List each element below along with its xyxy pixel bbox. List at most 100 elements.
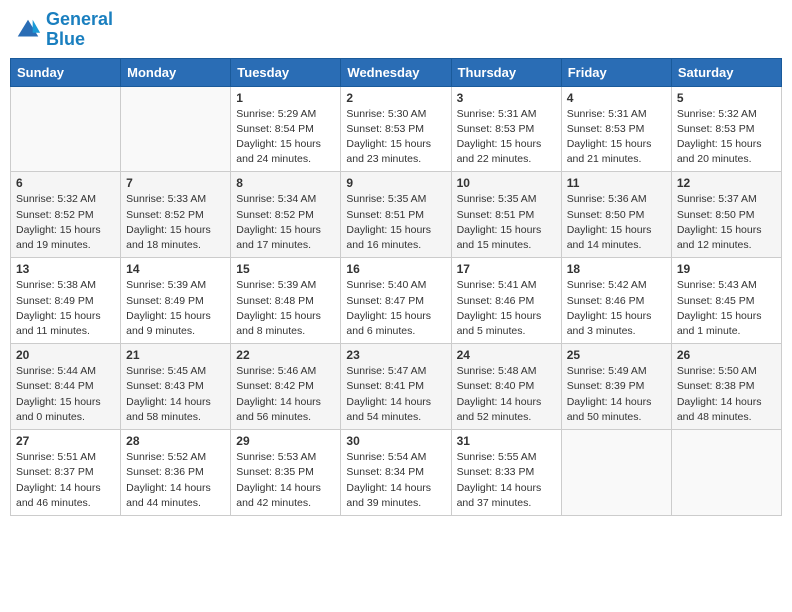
calendar-cell: 30Sunrise: 5:54 AM Sunset: 8:34 PM Dayli… [341, 430, 451, 516]
day-info: Sunrise: 5:38 AM Sunset: 8:49 PM Dayligh… [16, 278, 115, 339]
calendar-cell: 19Sunrise: 5:43 AM Sunset: 8:45 PM Dayli… [671, 258, 781, 344]
day-number: 22 [236, 348, 335, 362]
day-info: Sunrise: 5:35 AM Sunset: 8:51 PM Dayligh… [457, 192, 556, 253]
day-header-thursday: Thursday [451, 58, 561, 86]
calendar-cell: 11 Sunrise: 5:36 AM Sunset: 8:50 PM Dayli… [561, 172, 671, 258]
calendar-cell: 13 Sunrise: 5:38 AM Sunset: 8:49 PM Dayli… [11, 258, 121, 344]
day-number: 9 [346, 176, 445, 190]
day-number: 2 [346, 91, 445, 105]
day-number: 20 [16, 348, 115, 362]
day-number: 14 [126, 262, 225, 276]
day-info: Sunrise: 5:44 AM Sunset: 8:44 PM Dayligh… [16, 364, 115, 425]
day-number: 25 [567, 348, 666, 362]
calendar-cell [671, 430, 781, 516]
calendar-cell: 6 Sunrise: 5:32 AM Sunset: 8:52 PM Daylig… [11, 172, 121, 258]
day-number: 27 [16, 434, 115, 448]
calendar-cell: 4 Sunrise: 5:31 AM Sunset: 8:53 PM Daylig… [561, 86, 671, 172]
day-number: 18 [567, 262, 666, 276]
calendar-cell: 17 Sunrise: 5:41 AM Sunset: 8:46 PM Dayli… [451, 258, 561, 344]
day-number: 29 [236, 434, 335, 448]
day-info: Sunrise: 5:46 AM Sunset: 8:42 PM Dayligh… [236, 364, 335, 425]
day-info: Sunrise: 5:36 AM Sunset: 8:50 PM Dayligh… [567, 192, 666, 253]
calendar-cell [121, 86, 231, 172]
day-header-tuesday: Tuesday [231, 58, 341, 86]
day-number: 13 [16, 262, 115, 276]
day-info: Sunrise: 5:47 AM Sunset: 8:41 PM Dayligh… [346, 364, 445, 425]
day-info: Sunrise: 5:50 AM Sunset: 8:38 PM Dayligh… [677, 364, 776, 425]
calendar-cell: 29 Sunrise: 5:53 AM Sunset: 8:35 PM Dayli… [231, 430, 341, 516]
day-info: Sunrise: 5:51 AM Sunset: 8:37 PM Dayligh… [16, 450, 115, 511]
day-info: Sunrise: 5:52 AM Sunset: 8:36 PM Dayligh… [126, 450, 225, 511]
day-info: Sunrise: 5:45 AM Sunset: 8:43 PM Dayligh… [126, 364, 225, 425]
day-number: 28 [126, 434, 225, 448]
calendar-cell: 28 Sunrise: 5:52 AM Sunset: 8:36 PM Dayli… [121, 430, 231, 516]
calendar-cell: 8 Sunrise: 5:34 AM Sunset: 8:52 PM Daylig… [231, 172, 341, 258]
day-header-friday: Friday [561, 58, 671, 86]
day-info: Sunrise: 5:31 AM Sunset: 8:53 PM Dayligh… [567, 107, 666, 168]
day-info: Sunrise: 5:53 AM Sunset: 8:35 PM Dayligh… [236, 450, 335, 511]
calendar-week-3: 13 Sunrise: 5:38 AM Sunset: 8:49 PM Dayli… [11, 258, 782, 344]
day-info: Sunrise: 5:40 AM Sunset: 8:47 PM Dayligh… [346, 278, 445, 339]
day-info: Sunrise: 5:29 AM Sunset: 8:54 PM Dayligh… [236, 107, 335, 168]
day-header-monday: Monday [121, 58, 231, 86]
day-info: Sunrise: 5:32 AM Sunset: 8:52 PM Dayligh… [16, 192, 115, 253]
day-number: 11 [567, 176, 666, 190]
calendar-header-row: SundayMondayTuesdayWednesdayThursdayFrid… [11, 58, 782, 86]
day-number: 10 [457, 176, 556, 190]
day-header-sunday: Sunday [11, 58, 121, 86]
day-info: Sunrise: 5:54 AM Sunset: 8:34 PM Dayligh… [346, 450, 445, 511]
logo-text: General Blue [46, 10, 113, 50]
calendar-cell: 5Sunrise: 5:32 AM Sunset: 8:53 PM Daylig… [671, 86, 781, 172]
calendar-cell: 20 Sunrise: 5:44 AM Sunset: 8:44 PM Dayli… [11, 344, 121, 430]
day-info: Sunrise: 5:48 AM Sunset: 8:40 PM Dayligh… [457, 364, 556, 425]
day-number: 6 [16, 176, 115, 190]
day-number: 12 [677, 176, 776, 190]
day-info: Sunrise: 5:30 AM Sunset: 8:53 PM Dayligh… [346, 107, 445, 168]
day-number: 1 [236, 91, 335, 105]
day-number: 17 [457, 262, 556, 276]
day-info: Sunrise: 5:41 AM Sunset: 8:46 PM Dayligh… [457, 278, 556, 339]
day-number: 16 [346, 262, 445, 276]
day-info: Sunrise: 5:35 AM Sunset: 8:51 PM Dayligh… [346, 192, 445, 253]
day-number: 7 [126, 176, 225, 190]
day-info: Sunrise: 5:42 AM Sunset: 8:46 PM Dayligh… [567, 278, 666, 339]
day-number: 8 [236, 176, 335, 190]
calendar-table: SundayMondayTuesdayWednesdayThursdayFrid… [10, 58, 782, 516]
calendar-cell: 9 Sunrise: 5:35 AM Sunset: 8:51 PM Daylig… [341, 172, 451, 258]
day-number: 3 [457, 91, 556, 105]
day-number: 21 [126, 348, 225, 362]
calendar-cell [11, 86, 121, 172]
day-info: Sunrise: 5:32 AM Sunset: 8:53 PM Dayligh… [677, 107, 776, 168]
calendar-cell: 14 Sunrise: 5:39 AM Sunset: 8:49 PM Dayli… [121, 258, 231, 344]
day-header-wednesday: Wednesday [341, 58, 451, 86]
calendar-week-4: 20 Sunrise: 5:44 AM Sunset: 8:44 PM Dayli… [11, 344, 782, 430]
day-number: 24 [457, 348, 556, 362]
day-number: 15 [236, 262, 335, 276]
calendar-cell [561, 430, 671, 516]
day-header-saturday: Saturday [671, 58, 781, 86]
day-info: Sunrise: 5:37 AM Sunset: 8:50 PM Dayligh… [677, 192, 776, 253]
calendar-cell: 21 Sunrise: 5:45 AM Sunset: 8:43 PM Dayli… [121, 344, 231, 430]
page-header: General Blue [10, 10, 782, 50]
calendar-cell: 15 Sunrise: 5:39 AM Sunset: 8:48 PM Dayli… [231, 258, 341, 344]
logo: General Blue [14, 10, 113, 50]
calendar-cell: 27 Sunrise: 5:51 AM Sunset: 8:37 PM Dayli… [11, 430, 121, 516]
day-info: Sunrise: 5:39 AM Sunset: 8:49 PM Dayligh… [126, 278, 225, 339]
calendar-cell: 10 Sunrise: 5:35 AM Sunset: 8:51 PM Dayli… [451, 172, 561, 258]
day-info: Sunrise: 5:34 AM Sunset: 8:52 PM Dayligh… [236, 192, 335, 253]
day-number: 23 [346, 348, 445, 362]
day-info: Sunrise: 5:33 AM Sunset: 8:52 PM Dayligh… [126, 192, 225, 253]
day-info: Sunrise: 5:55 AM Sunset: 8:33 PM Dayligh… [457, 450, 556, 511]
calendar-cell: 1 Sunrise: 5:29 AM Sunset: 8:54 PM Daylig… [231, 86, 341, 172]
logo-icon [14, 16, 42, 44]
calendar-cell: 18 Sunrise: 5:42 AM Sunset: 8:46 PM Dayli… [561, 258, 671, 344]
day-number: 31 [457, 434, 556, 448]
day-number: 4 [567, 91, 666, 105]
calendar-cell: 24 Sunrise: 5:48 AM Sunset: 8:40 PM Dayli… [451, 344, 561, 430]
calendar-cell: 16 Sunrise: 5:40 AM Sunset: 8:47 PM Dayli… [341, 258, 451, 344]
day-info: Sunrise: 5:39 AM Sunset: 8:48 PM Dayligh… [236, 278, 335, 339]
calendar-cell: 12 Sunrise: 5:37 AM Sunset: 8:50 PM Dayli… [671, 172, 781, 258]
calendar-cell: 3Sunrise: 5:31 AM Sunset: 8:53 PM Daylig… [451, 86, 561, 172]
day-info: Sunrise: 5:49 AM Sunset: 8:39 PM Dayligh… [567, 364, 666, 425]
calendar-cell: 25 Sunrise: 5:49 AM Sunset: 8:39 PM Dayli… [561, 344, 671, 430]
